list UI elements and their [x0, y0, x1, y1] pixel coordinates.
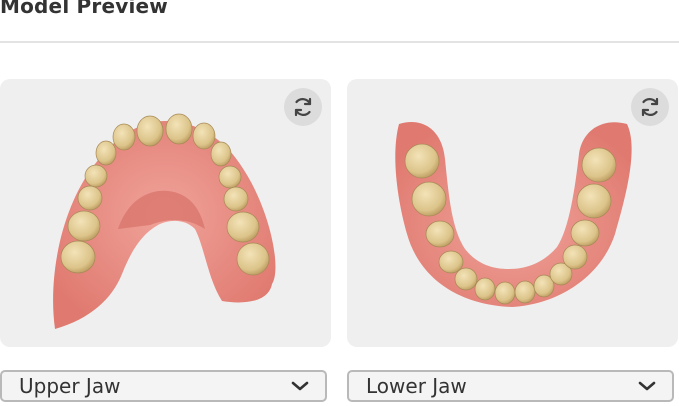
upper-jaw-model[interactable] — [0, 79, 331, 347]
rotate-lower-button[interactable] — [631, 88, 669, 126]
chevron-down-icon — [638, 381, 656, 391]
lower-jaw-select[interactable]: Lower Jaw — [347, 370, 674, 402]
chevron-down-icon — [291, 381, 309, 391]
lower-jaw-select-value: Lower Jaw — [366, 374, 467, 398]
page-title: Model Preview — [0, 0, 168, 18]
lower-jaw-preview-card[interactable] — [347, 79, 678, 347]
upper-jaw-select[interactable]: Upper Jaw — [0, 370, 327, 402]
rotate-icon — [641, 97, 659, 117]
rotate-icon — [294, 97, 312, 117]
lower-jaw-model[interactable] — [347, 79, 678, 347]
upper-jaw-preview-card[interactable] — [0, 79, 331, 347]
rotate-upper-button[interactable] — [284, 88, 322, 126]
upper-jaw-select-value: Upper Jaw — [19, 374, 121, 398]
header-divider — [0, 41, 679, 43]
